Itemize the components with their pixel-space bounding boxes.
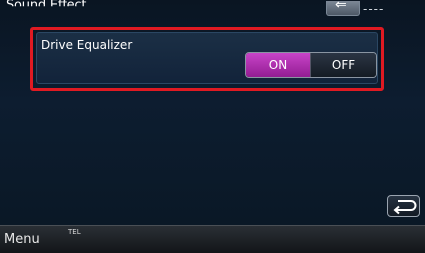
menu-button[interactable]: Menu <box>4 232 40 247</box>
drive-equalizer-toggle: ON OFF <box>245 52 377 78</box>
on-button[interactable]: ON <box>246 53 311 77</box>
page-title: Sound Effect <box>6 0 87 13</box>
main-screen: Sound Effect ⇐ ---- Drive Equalizer ON O… <box>0 0 425 225</box>
return-arrow-icon <box>393 200 417 215</box>
drive-equalizer-label: Drive Equalizer <box>41 38 133 52</box>
tel-indicator: TEL <box>68 228 81 236</box>
bottom-bar <box>0 225 425 253</box>
back-button[interactable]: ⇐ <box>326 0 360 16</box>
return-button[interactable] <box>387 195 420 217</box>
status-text: ---- <box>363 2 385 16</box>
back-arrow-icon: ⇐ <box>335 0 347 13</box>
drive-equalizer-row: Drive Equalizer ON OFF <box>36 32 378 84</box>
off-button[interactable]: OFF <box>311 53 376 77</box>
